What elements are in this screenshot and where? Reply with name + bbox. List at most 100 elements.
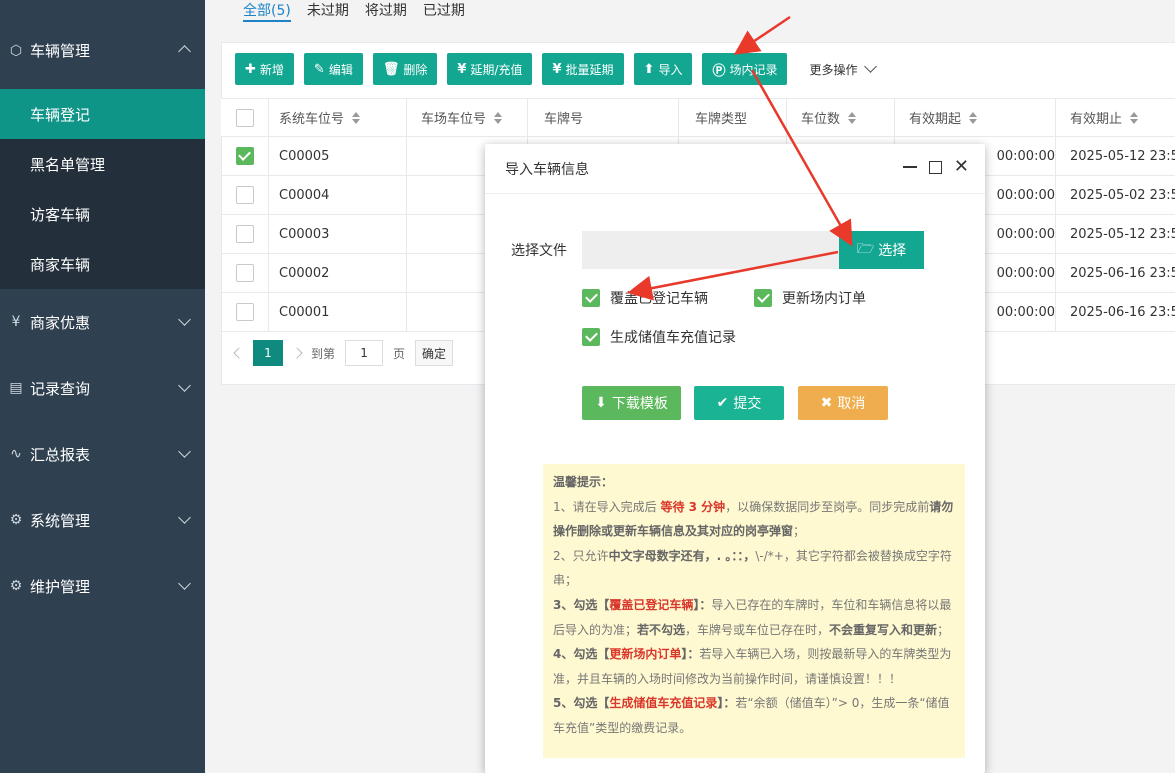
- tips-box: 温馨提示： 1、请在导入完成后 等待 3 分钟，以确保数据同步至岗亭。同步完成前…: [543, 464, 965, 758]
- sidebar-group-system[interactable]: ⚙ 系统管理: [0, 487, 205, 553]
- cell-end: 2025-05-02 23:59: [1055, 176, 1175, 214]
- download-template-button[interactable]: ⬇ 下载模板: [582, 386, 681, 420]
- cell-start-text: 00:00:00: [996, 148, 1055, 164]
- on-site-records-button[interactable]: Ⓟ 场内记录: [702, 53, 788, 85]
- more-operations-label: 更多操作: [809, 62, 858, 77]
- more-operations-dropdown[interactable]: 更多操作: [809, 60, 877, 78]
- chevron-down-icon: [178, 445, 191, 458]
- chevron-down-icon: [178, 379, 191, 392]
- column-header[interactable]: 车位数: [786, 99, 894, 136]
- button-label: 新增: [259, 62, 284, 77]
- button-label: 提交: [733, 396, 762, 412]
- sort-icon[interactable]: [969, 111, 978, 124]
- option-update-orders[interactable]: 更新场内订单: [754, 288, 866, 308]
- option-label: 更新场内订单: [782, 291, 866, 307]
- pagination: 1 到第 1 页 确定: [233, 340, 454, 366]
- select-all-checkbox[interactable]: [235, 108, 254, 127]
- update-orders-checkbox[interactable]: [754, 289, 772, 307]
- button-label: 批量延期: [565, 62, 614, 77]
- page-label: 页: [393, 346, 406, 361]
- next-page-icon[interactable]: [291, 347, 303, 359]
- cube-icon: ⬡: [9, 42, 23, 59]
- sidebar-item-blacklist[interactable]: 黑名单管理: [0, 139, 205, 189]
- document-icon: ▤: [9, 380, 23, 396]
- yen-icon: ¥: [552, 61, 562, 77]
- sidebar-group-reports[interactable]: ∿ 汇总报表: [0, 421, 205, 487]
- edit-button[interactable]: ✎ 编辑: [303, 53, 363, 85]
- dialog-title: 导入车辆信息: [505, 161, 589, 178]
- tips-title: 温馨提示：: [553, 475, 614, 489]
- submit-button[interactable]: ✔ 提交: [694, 386, 784, 420]
- button-label: 场内记录: [729, 62, 778, 77]
- trash-icon: 🗑: [382, 61, 400, 77]
- goto-confirm-button[interactable]: 确定: [415, 340, 454, 366]
- sidebar-group-label: 维护管理: [30, 577, 91, 596]
- tab-all[interactable]: 全部(5): [243, 0, 291, 22]
- import-button[interactable]: ⬆ 导入: [633, 53, 693, 85]
- column-header: 车牌类型: [678, 99, 786, 136]
- pulse-icon: ∿: [10, 446, 22, 462]
- current-page[interactable]: 1: [253, 340, 283, 366]
- minimize-icon[interactable]: [902, 166, 917, 168]
- cell-end: 2025-05-12 23:59: [1055, 215, 1175, 253]
- overwrite-checkbox[interactable]: [582, 289, 600, 307]
- close-icon: ✖: [820, 395, 833, 411]
- sidebar-group-label: 商家优惠: [30, 313, 91, 332]
- sort-icon[interactable]: [848, 111, 857, 124]
- cell-start-text: 00:00:00: [996, 265, 1055, 281]
- sidebar-item-merchant[interactable]: 商家车辆: [0, 239, 205, 289]
- sort-icon[interactable]: [352, 111, 361, 124]
- table-header: 系统车位号 车场车位号 车牌号 车牌类型 车位数 有效期起 有效期止: [221, 98, 1175, 137]
- prev-page-icon[interactable]: [233, 347, 245, 359]
- maximize-icon[interactable]: [928, 160, 942, 174]
- sidebar-item-vehicle-register[interactable]: 车辆登记: [0, 89, 205, 139]
- row-checkbox[interactable]: [235, 264, 254, 282]
- row-checkbox[interactable]: [235, 225, 254, 243]
- sidebar-item-label: 访客车辆: [30, 205, 91, 224]
- row-checkbox[interactable]: [235, 147, 254, 165]
- sidebar: ⬡ 车辆管理 车辆登记 黑名单管理 访客车辆 商家车辆 ¥ 商家优惠 ▤ 记录查…: [0, 0, 205, 773]
- option-recharge-record[interactable]: 生成储值车充值记录: [582, 327, 736, 347]
- batch-extend-button[interactable]: ¥ 批量延期: [542, 53, 624, 85]
- toolbar: ✚ 新增 ✎ 编辑 🗑 删除 ¥ 延期/充值 ¥ 批量延期 ⬆ 导入 Ⓟ 场内记录 更多操作: [235, 53, 877, 85]
- sort-icon[interactable]: [494, 111, 503, 124]
- add-button[interactable]: ✚ 新增: [235, 53, 294, 85]
- tab-expiring[interactable]: 将过期: [365, 0, 407, 22]
- sort-icon[interactable]: [1130, 111, 1139, 124]
- column-header[interactable]: 车场车位号: [406, 99, 527, 136]
- column-header[interactable]: 系统车位号: [268, 99, 406, 136]
- cell-system-space: C00002: [268, 254, 406, 292]
- tab-unexpired[interactable]: 未过期: [307, 0, 349, 22]
- column-header[interactable]: 有效期止: [1055, 99, 1175, 136]
- sidebar-group-vehicle[interactable]: ⬡ 车辆管理: [0, 0, 205, 89]
- row-checkbox[interactable]: [235, 303, 254, 321]
- row-checkbox[interactable]: [235, 186, 254, 204]
- sidebar-group-maintenance[interactable]: ⚙ 维护管理: [0, 553, 205, 619]
- file-path-input[interactable]: [582, 231, 840, 269]
- close-icon[interactable]: ✕: [954, 158, 969, 176]
- button-label: 编辑: [328, 62, 353, 77]
- button-label: 删除: [403, 62, 428, 77]
- recharge-record-checkbox[interactable]: [582, 328, 600, 346]
- sidebar-item-visitor[interactable]: 访客车辆: [0, 189, 205, 239]
- cell-start-text: 00:00:00: [996, 187, 1055, 203]
- delete-button[interactable]: 🗑 删除: [372, 53, 438, 85]
- goto-page-input[interactable]: 1: [345, 340, 384, 366]
- option-overwrite[interactable]: 覆盖已登记车辆: [582, 288, 708, 308]
- column-header[interactable]: 有效期起: [894, 99, 1055, 136]
- cancel-button[interactable]: ✖ 取消: [798, 386, 888, 420]
- import-dialog: 导入车辆信息 ✕ 选择文件 🗁 选择 覆盖已登记车辆 更新场内订单 生成储值车充值…: [485, 144, 985, 773]
- choose-file-button[interactable]: 🗁 选择: [839, 231, 924, 269]
- check-icon: ✔: [716, 395, 729, 411]
- chevron-down-icon: [178, 577, 191, 590]
- sidebar-group-discount[interactable]: ¥ 商家优惠: [0, 289, 205, 355]
- cell-end: 2025-05-12 23:59: [1055, 137, 1175, 175]
- sidebar-item-label: 黑名单管理: [30, 155, 106, 174]
- column-label: 车场车位号: [421, 112, 487, 127]
- gear-icon: ⚙: [9, 578, 23, 594]
- button-label: 取消: [837, 396, 866, 412]
- sidebar-group-records[interactable]: ▤ 记录查询: [0, 355, 205, 421]
- goto-label: 到第: [311, 346, 336, 361]
- tab-expired[interactable]: 已过期: [423, 0, 465, 22]
- extend-recharge-button[interactable]: ¥ 延期/充值: [447, 53, 533, 85]
